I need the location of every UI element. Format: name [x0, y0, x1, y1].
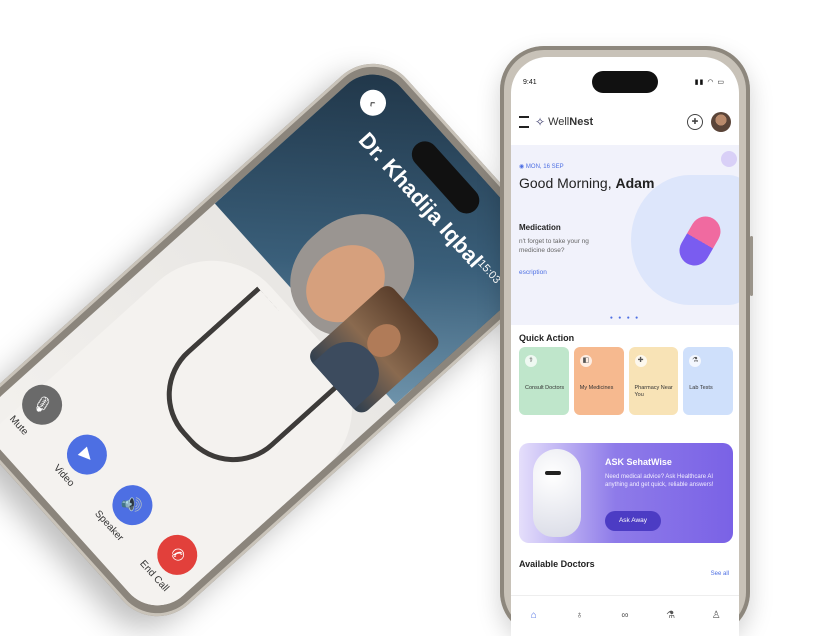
quick-action-pharmacy[interactable]: ✚ Pharmacy Near You: [628, 347, 679, 415]
avatar[interactable]: [711, 112, 731, 132]
quick-action-consult-doctors[interactable]: ⚕ Consult Doctors: [519, 347, 569, 415]
medicine-icon: ◧: [579, 355, 592, 367]
brand-prefix: Well: [548, 116, 570, 128]
quick-action-label: Consult Doctors: [525, 385, 565, 391]
stethoscope-icon[interactable]: ♁: [572, 609, 586, 623]
ask-away-button[interactable]: Ask Away: [605, 511, 661, 531]
medication-text: n't forget to take your ng medicine dose…: [519, 238, 589, 254]
decor-circle: [721, 151, 737, 167]
menu-icon[interactable]: [519, 116, 529, 128]
ask-ai-card: ASK SehatWise Need medical advice? Ask H…: [519, 443, 733, 543]
quick-action-label: Pharmacy Near You: [634, 385, 673, 398]
app-phone: 9:41 ▮▮ ◠ ▭ ✧ WellNest ✚ ◉ MON, 16 SEP G…: [500, 46, 753, 636]
user-name: Adam: [615, 175, 655, 191]
greeting: Good Morning, Adam: [519, 175, 654, 191]
doctor-icon: ⚕: [525, 355, 537, 367]
video-call-phone: ‹ Dr. Khadija Iqbal 15:03 🎙 Mute ▶ Video…: [0, 44, 571, 636]
app-screen: 9:41 ▮▮ ◠ ▭ ✧ WellNest ✚ ◉ MON, 16 SEP G…: [511, 57, 739, 636]
date-label: ◉ MON, 16 SEP: [519, 164, 564, 170]
quick-action-lab-tests[interactable]: ⚗ Lab Tests: [683, 347, 733, 415]
hero-card: ◉ MON, 16 SEP Good Morning, Adam Medicat…: [511, 145, 739, 325]
pharmacy-icon: ✚: [634, 355, 647, 367]
pill-icon[interactable]: ∞: [618, 609, 632, 623]
see-all-link[interactable]: See all: [711, 571, 729, 577]
date-text: MON, 16 SEP: [525, 164, 564, 170]
quick-action-my-medicines[interactable]: ◧ My Medicines: [573, 347, 624, 415]
logo-icon: ✧: [535, 115, 546, 129]
app-header: ✧ WellNest ✚: [519, 109, 731, 135]
ask-title: ASK SehatWise: [605, 457, 672, 467]
bottom-nav: ⌂ ♁ ∞ ⚗ ♙: [511, 595, 739, 636]
ask-text: Need medical advice? Ask Healthcare AI a…: [605, 474, 714, 488]
quick-action-title: Quick Action: [519, 333, 575, 343]
brand-suffix: Nest: [569, 116, 594, 128]
available-doctors-title: Available Doctors: [519, 559, 595, 569]
badge-icon[interactable]: ✚: [687, 114, 703, 130]
quick-action-label: My Medicines: [579, 385, 614, 391]
quick-action-label: Lab Tests: [689, 385, 713, 391]
side-button: [750, 236, 753, 296]
lab-icon: ⚗: [689, 355, 702, 367]
profile-icon[interactable]: ♙: [709, 609, 723, 623]
flask-icon[interactable]: ⚗: [664, 609, 678, 623]
robot-illustration: [533, 449, 581, 537]
home-icon[interactable]: ⌂: [527, 609, 541, 623]
status-icons: ▮▮ ◠ ▭: [694, 79, 725, 86]
dynamic-island: [592, 71, 658, 93]
medication-title: Medication: [519, 223, 561, 232]
prescription-link[interactable]: escription: [519, 269, 547, 276]
quick-action-grid: ⚕ Consult Doctors ◧ My Medicines ✚ Pharm…: [519, 347, 733, 415]
robot-eye: [545, 471, 561, 475]
brand-logo: WellNest: [548, 116, 593, 128]
status-time: 9:41: [523, 79, 537, 86]
carousel-pager[interactable]: ● ● ● ●: [511, 315, 739, 321]
greeting-prefix: Good Morning,: [519, 175, 612, 191]
